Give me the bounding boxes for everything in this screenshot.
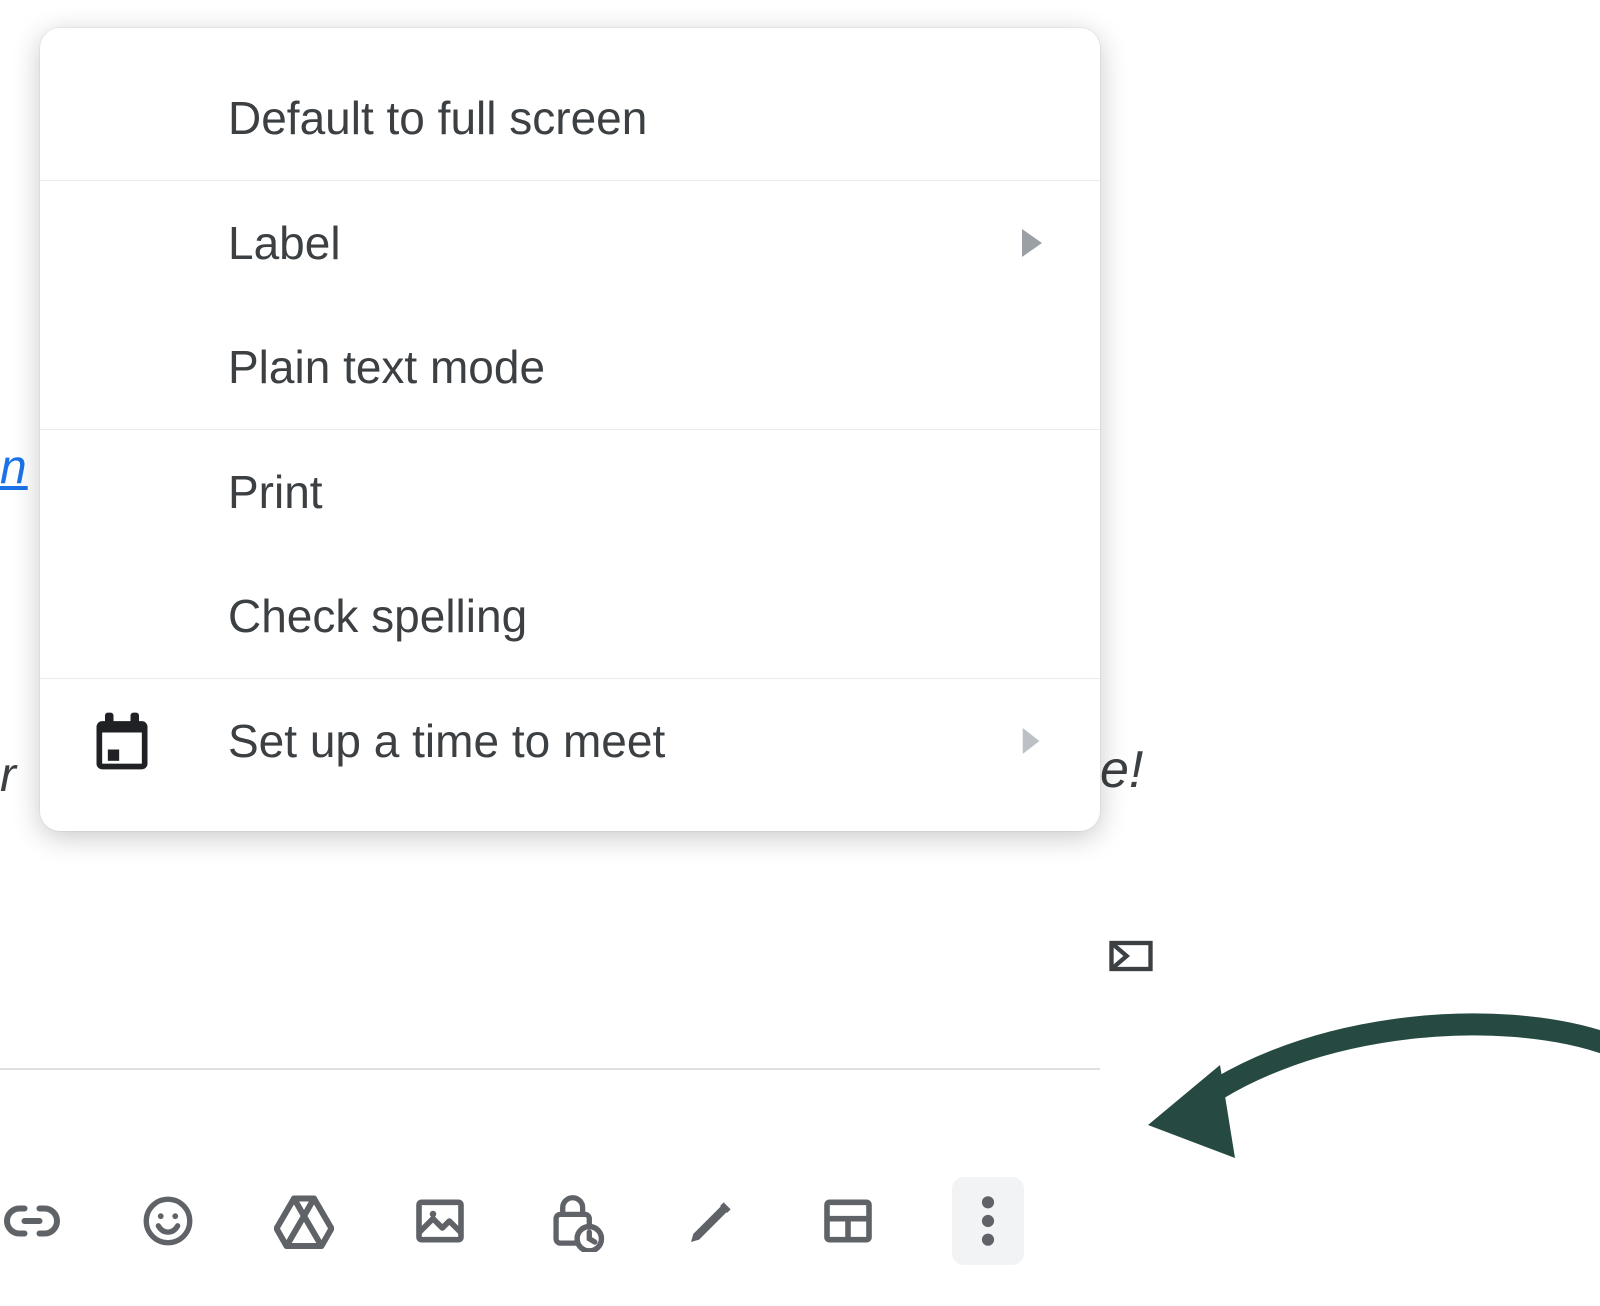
menu-item-label: Set up a time to meet [228,714,1012,768]
insert-photo-button[interactable] [408,1189,472,1253]
background-link-fragment: n [0,440,28,495]
background-text-fragment: r [0,748,16,803]
confidential-mode-button[interactable] [544,1189,608,1253]
more-vert-icon [981,1193,995,1249]
menu-item-check-spelling[interactable]: Check spelling [40,554,1100,678]
insert-link-button[interactable] [0,1189,64,1253]
menu-item-print[interactable]: Print [40,430,1100,554]
background-glyph [1105,930,1157,982]
menu-item-label: Plain text mode [88,340,1052,394]
image-icon [412,1193,468,1249]
menu-item-label: Label [88,216,1012,270]
chevron-right-icon [1012,229,1052,257]
select-layout-button[interactable] [816,1189,880,1253]
calendar-icon [88,707,228,775]
compose-toolbar [0,1166,1024,1276]
lock-clock-icon [547,1190,605,1252]
chevron-right-icon [1012,728,1052,754]
pen-icon [684,1193,740,1249]
menu-item-default-full-screen[interactable]: Default to full screen [40,56,1100,180]
background-divider [0,1068,1100,1070]
link-icon [2,1191,62,1251]
annotation-arrow [1140,1010,1600,1230]
menu-item-label[interactable]: Label [40,181,1100,305]
menu-item-label: Default to full screen [88,91,1052,145]
menu-item-label: Print [88,465,1052,519]
insert-drive-file-button[interactable] [272,1189,336,1253]
compose-more-options-menu: Default to full screen Label Plain text … [40,28,1100,831]
background-text-fragment: e! [1100,740,1143,800]
more-options-button[interactable] [952,1177,1024,1265]
layout-icon [820,1193,876,1249]
menu-item-label: Check spelling [88,589,1052,643]
insert-signature-button[interactable] [680,1189,744,1253]
menu-item-set-up-time-to-meet[interactable]: Set up a time to meet [40,679,1100,803]
emoji-icon [139,1192,197,1250]
menu-item-plain-text-mode[interactable]: Plain text mode [40,305,1100,429]
insert-emoji-button[interactable] [136,1189,200,1253]
drive-icon [274,1193,334,1249]
